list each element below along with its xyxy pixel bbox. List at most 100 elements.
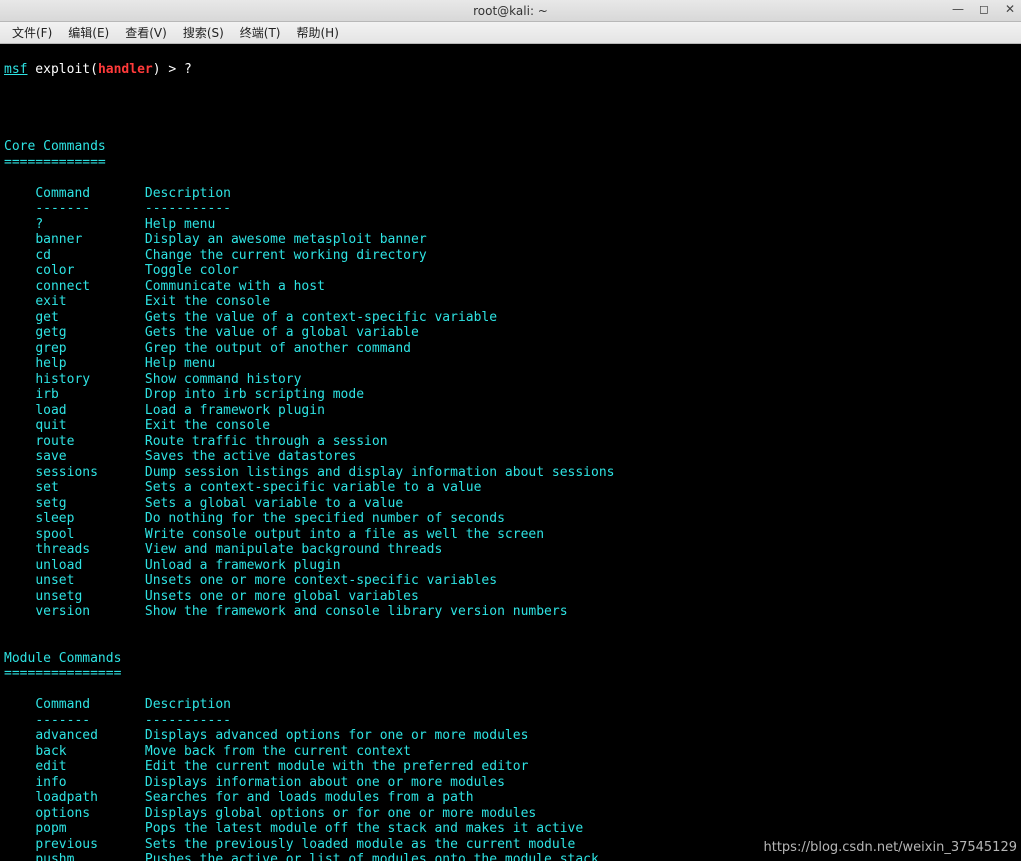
blank-line xyxy=(4,170,1017,186)
menu-help[interactable]: 帮助(H) xyxy=(289,22,347,43)
command-name: connect xyxy=(35,279,145,294)
table-header-underline: ------- ----------- xyxy=(4,713,1017,729)
table-row: unload Unload a framework plugin xyxy=(4,558,1017,574)
command-name: edit xyxy=(35,759,145,774)
menu-search[interactable]: 搜索(S) xyxy=(175,22,232,43)
command-name: cd xyxy=(35,248,145,263)
command-description: Pushes the active or list of modules ont… xyxy=(145,852,599,861)
command-description: Displays advanced options for one or mor… xyxy=(145,728,529,743)
close-icon[interactable]: ✕ xyxy=(1003,2,1017,16)
table-row: spool Write console output into a file a… xyxy=(4,527,1017,543)
table-row: back Move back from the current context xyxy=(4,744,1017,760)
command-name: quit xyxy=(35,418,145,433)
command-name: get xyxy=(35,310,145,325)
table-row: history Show command history xyxy=(4,372,1017,388)
command-description: Edit the current module with the preferr… xyxy=(145,759,529,774)
command-name: help xyxy=(35,356,145,371)
command-name: spool xyxy=(35,527,145,542)
menu-edit[interactable]: 编辑(E) xyxy=(60,22,117,43)
table-row: pushm Pushes the active or list of modul… xyxy=(4,852,1017,861)
table-row: load Load a framework plugin xyxy=(4,403,1017,419)
command-description: Do nothing for the specified number of s… xyxy=(145,511,505,526)
menu-terminal[interactable]: 终端(T) xyxy=(232,22,289,43)
command-name: exit xyxy=(35,294,145,309)
command-name: threads xyxy=(35,542,145,557)
command-name: pushm xyxy=(35,852,145,861)
table-row: loadpath Searches for and loads modules … xyxy=(4,790,1017,806)
command-name: sessions xyxy=(35,465,145,480)
table-row: get Gets the value of a context-specific… xyxy=(4,310,1017,326)
command-name: save xyxy=(35,449,145,464)
command-description: Toggle color xyxy=(145,263,239,278)
table-row: previous Sets the previously loaded modu… xyxy=(4,837,1017,853)
command-description: Help menu xyxy=(145,217,215,232)
prompt-msf: msf xyxy=(4,62,27,77)
command-description: Gets the value of a context-specific var… xyxy=(145,310,497,325)
command-description: Drop into irb scripting mode xyxy=(145,387,364,402)
table-row: sessions Dump session listings and displ… xyxy=(4,465,1017,481)
command-description: Communicate with a host xyxy=(145,279,325,294)
command-description: Show command history xyxy=(145,372,302,387)
command-description: Sets a context-specific variable to a va… xyxy=(145,480,482,495)
command-name: history xyxy=(35,372,145,387)
blank-line xyxy=(4,635,1017,651)
section-underline: =============== xyxy=(4,666,1017,682)
table-row: options Displays global options or for o… xyxy=(4,806,1017,822)
table-header: Command Description xyxy=(4,186,1017,202)
menu-file[interactable]: 文件(F) xyxy=(4,22,60,43)
table-row: threads View and manipulate background t… xyxy=(4,542,1017,558)
command-description: Sets the previously loaded module as the… xyxy=(145,837,575,852)
table-row: getg Gets the value of a global variable xyxy=(4,325,1017,341)
table-row: help Help menu xyxy=(4,356,1017,372)
sections-container: Core Commands============= Command Descr… xyxy=(4,139,1017,861)
command-description: Unsets one or more context-specific vari… xyxy=(145,573,497,588)
command-name: setg xyxy=(35,496,145,511)
command-description: Exit the console xyxy=(145,294,270,309)
command-description: Route traffic through a session xyxy=(145,434,388,449)
menu-view[interactable]: 查看(V) xyxy=(117,22,175,43)
blank-line xyxy=(4,682,1017,698)
table-row: info Displays information about one or m… xyxy=(4,775,1017,791)
table-row: color Toggle color xyxy=(4,263,1017,279)
maximize-icon[interactable]: ◻ xyxy=(977,2,991,16)
command-name: advanced xyxy=(35,728,145,743)
command-name: ? xyxy=(35,217,145,232)
menubar: 文件(F) 编辑(E) 查看(V) 搜索(S) 终端(T) 帮助(H) xyxy=(0,22,1021,44)
table-row: irb Drop into irb scripting mode xyxy=(4,387,1017,403)
command-description: View and manipulate background threads xyxy=(145,542,442,557)
table-row: exit Exit the console xyxy=(4,294,1017,310)
command-name: set xyxy=(35,480,145,495)
table-row: version Show the framework and console l… xyxy=(4,604,1017,620)
command-description: Displays information about one or more m… xyxy=(145,775,505,790)
prompt-handler: handler xyxy=(98,62,153,77)
command-name: unset xyxy=(35,573,145,588)
table-row: route Route traffic through a session xyxy=(4,434,1017,450)
terminal[interactable]: msf exploit(handler) > ? Core Commands==… xyxy=(0,44,1021,861)
command-name: back xyxy=(35,744,145,759)
prompt-line: msf exploit(handler) > ? xyxy=(4,62,1017,78)
command-name: popm xyxy=(35,821,145,836)
window-title: root@kali: ~ xyxy=(473,4,548,18)
command-name: grep xyxy=(35,341,145,356)
command-description: Move back from the current context xyxy=(145,744,411,759)
section-title: Core Commands xyxy=(4,139,1017,155)
command-description: Gets the value of a global variable xyxy=(145,325,419,340)
command-name: unload xyxy=(35,558,145,573)
minimize-icon[interactable]: — xyxy=(951,2,965,16)
table-row: sleep Do nothing for the specified numbe… xyxy=(4,511,1017,527)
command-description: Load a framework plugin xyxy=(145,403,325,418)
table-row: banner Display an awesome metasploit ban… xyxy=(4,232,1017,248)
command-description: Unsets one or more global variables xyxy=(145,589,419,604)
command-name: info xyxy=(35,775,145,790)
table-row: save Saves the active datastores xyxy=(4,449,1017,465)
command-description: Dump session listings and display inform… xyxy=(145,465,615,480)
table-row: setg Sets a global variable to a value xyxy=(4,496,1017,512)
table-row: connect Communicate with a host xyxy=(4,279,1017,295)
command-name: loadpath xyxy=(35,790,145,805)
command-name: getg xyxy=(35,325,145,340)
command-name: sleep xyxy=(35,511,145,526)
command-description: Write console output into a file as well… xyxy=(145,527,544,542)
command-description: Saves the active datastores xyxy=(145,449,356,464)
table-row: cd Change the current working directory xyxy=(4,248,1017,264)
table-row: unset Unsets one or more context-specifi… xyxy=(4,573,1017,589)
